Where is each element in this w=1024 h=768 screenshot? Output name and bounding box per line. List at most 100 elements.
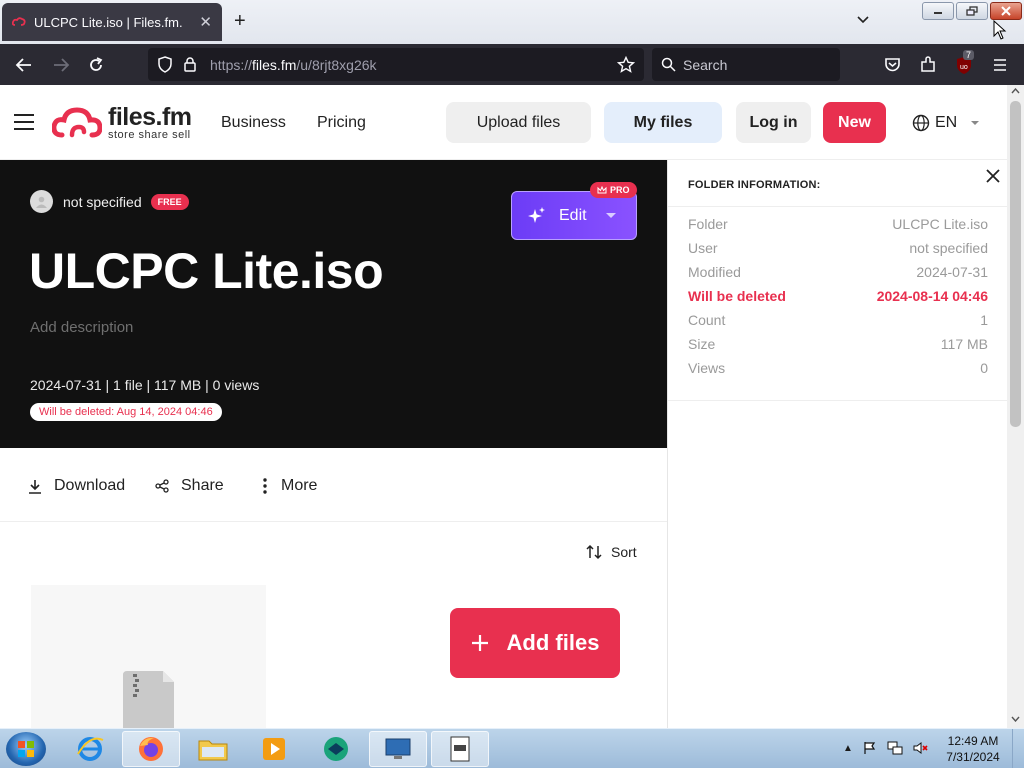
browser-nav-bar: https://files.fm/u/8rjt8xg26k Search uo … — [0, 44, 1024, 85]
folder-meta: 2024-07-31 | 1 file | 117 MB | 0 views — [30, 377, 260, 393]
zip-file-icon — [123, 671, 174, 730]
add-files-button[interactable]: Add files — [450, 608, 620, 678]
windows-taskbar: ▲ 12:49 AM 7/31/2024 — [0, 728, 1024, 768]
panel-title: FOLDER INFORMATION: — [688, 179, 821, 191]
sort-icon — [586, 544, 602, 560]
forward-icon[interactable] — [51, 55, 71, 75]
nav-pricing[interactable]: Pricing — [317, 114, 366, 132]
info-row-folder: Folder ULCPC Lite.iso — [688, 216, 988, 232]
lock-icon[interactable] — [183, 56, 197, 73]
search-placeholder: Search — [683, 57, 728, 73]
reload-icon[interactable] — [86, 55, 106, 75]
scroll-up-icon[interactable] — [1011, 88, 1020, 94]
restore-button[interactable] — [956, 2, 988, 20]
download-icon — [29, 479, 41, 494]
address-bar[interactable]: https://files.fm/u/8rjt8xg26k — [148, 48, 644, 81]
scroll-down-icon[interactable] — [1011, 716, 1020, 722]
add-description-field[interactable]: Add description — [30, 319, 133, 336]
action-center-flag-icon[interactable] — [863, 741, 877, 755]
site-header: files.fm store share sell Business Prici… — [0, 85, 1007, 160]
start-button[interactable] — [6, 732, 46, 766]
my-files-button[interactable]: My files — [604, 102, 722, 143]
info-row-views: Views 0 — [688, 360, 988, 376]
clock-time: 12:49 AM — [947, 734, 999, 748]
windows-logo-icon — [18, 741, 34, 757]
minimize-button[interactable] — [922, 2, 954, 20]
internet-explorer-icon — [77, 737, 104, 761]
window-controls — [922, 2, 1022, 20]
taskbar-document[interactable] — [431, 731, 489, 767]
url-text[interactable]: https://files.fm/u/8rjt8xg26k — [210, 57, 377, 73]
tray-expand-icon[interactable]: ▲ — [843, 743, 853, 754]
minimize-icon — [934, 12, 942, 14]
taskbar-file-explorer[interactable] — [184, 731, 242, 767]
info-row-modified: Modified 2024-07-31 — [688, 264, 988, 280]
taskbar-app[interactable] — [307, 731, 365, 767]
files-fm-logo[interactable]: files.fm store share sell — [52, 105, 192, 141]
sort-button[interactable]: Sort — [585, 543, 637, 561]
caret-down-icon — [971, 121, 980, 125]
new-button[interactable]: New — [823, 102, 886, 143]
shield-icon[interactable] — [157, 56, 173, 73]
tab-close-icon[interactable]: ✕ — [199, 13, 212, 31]
edit-label: Edit — [559, 206, 587, 224]
folder-info-panel: FOLDER INFORMATION: Folder ULCPC Lite.iso… — [667, 160, 1008, 728]
network-icon[interactable] — [887, 741, 903, 755]
share-icon — [155, 479, 169, 493]
close-window-button[interactable] — [990, 2, 1022, 20]
hamburger-menu-icon[interactable] — [14, 114, 34, 130]
download-button[interactable]: Download — [28, 477, 125, 495]
logo-tagline: store share sell — [108, 129, 191, 141]
new-tab-icon[interactable]: + — [234, 11, 246, 31]
volume-muted-icon[interactable] — [913, 741, 929, 755]
avatar — [30, 190, 53, 213]
app-globe-icon — [324, 737, 348, 761]
scrollbar-thumb[interactable] — [1010, 101, 1021, 427]
search-field[interactable]: Search — [652, 48, 840, 81]
taskbar-internet-explorer[interactable] — [61, 731, 119, 767]
upload-files-button[interactable]: Upload files — [446, 102, 591, 143]
logo-name: files.fm — [108, 103, 192, 131]
sparkle-icon — [528, 206, 545, 223]
user-icon — [36, 196, 47, 208]
mouse-cursor-icon — [993, 20, 1007, 40]
pocket-icon[interactable] — [882, 55, 902, 75]
restore-icon — [966, 6, 978, 16]
crown-icon — [597, 186, 607, 194]
taskbar-firefox[interactable] — [122, 731, 180, 767]
close-icon — [1001, 6, 1011, 16]
firefox-icon — [139, 737, 163, 761]
language-label: EN — [935, 114, 958, 131]
system-tray: ▲ — [843, 741, 929, 755]
taskbar-remote-desktop[interactable] — [369, 731, 427, 767]
page-scrollbar[interactable] — [1007, 85, 1024, 728]
browser-tab[interactable]: ULCPC Lite.iso | Files.fm. ✕ — [2, 3, 222, 41]
share-button[interactable]: Share — [155, 477, 224, 495]
files-fm-favicon-icon — [12, 17, 26, 26]
edit-button[interactable]: Edit — [511, 191, 637, 240]
owner-info: not specified FREE — [30, 190, 189, 213]
taskbar-media-player[interactable] — [245, 731, 303, 767]
language-selector[interactable]: EN — [912, 114, 982, 132]
info-row-user: User not specified — [688, 240, 988, 256]
tab-title: ULCPC Lite.iso | Files.fm. — [34, 14, 183, 30]
back-icon[interactable] — [14, 55, 34, 75]
globe-icon — [912, 114, 930, 132]
taskbar-clock[interactable]: 12:49 AM 7/31/2024 — [940, 733, 1006, 765]
log-in-button[interactable]: Log in — [736, 102, 811, 143]
folder-icon — [198, 740, 228, 761]
browser-tab-bar: ULCPC Lite.iso | Files.fm. ✕ + — [0, 0, 1024, 44]
divider — [668, 400, 1008, 401]
plus-icon — [471, 635, 488, 651]
bookmark-star-icon[interactable] — [617, 56, 635, 74]
close-icon[interactable] — [985, 168, 1001, 184]
file-card[interactable] — [31, 585, 266, 730]
info-row-count: Count 1 — [688, 312, 988, 328]
show-desktop-button[interactable] — [1012, 729, 1024, 768]
extensions-puzzle-icon[interactable] — [918, 55, 938, 75]
nav-business[interactable]: Business — [221, 114, 286, 132]
extension-count-badge: 7 — [963, 50, 975, 60]
more-button[interactable]: More — [261, 477, 317, 495]
tab-list-chevron-icon[interactable] — [856, 13, 870, 27]
app-menu-icon[interactable] — [990, 55, 1010, 75]
